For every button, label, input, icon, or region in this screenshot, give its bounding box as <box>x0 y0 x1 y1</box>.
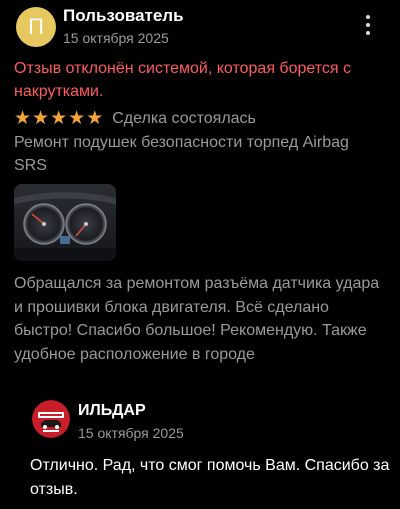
star-icon: ★ <box>14 108 32 129</box>
star-icon: ★ <box>50 108 68 129</box>
author-avatar[interactable]: П <box>16 7 56 47</box>
review-card: П Пользователь 15 октября 2025 Отзыв отк… <box>0 0 400 509</box>
service-name: Ремонт подушек безопасности торпед Airba… <box>14 134 349 174</box>
deal-status: Сделка состоялась <box>112 110 256 127</box>
star-icon: ★ <box>68 108 86 129</box>
owner-reply: ИЛЬДАР 15 октября 2025 Отлично. Рад, что… <box>22 388 400 509</box>
review-photo[interactable] <box>14 184 116 261</box>
more-vertical-icon[interactable] <box>358 12 378 38</box>
business-logo-icon[interactable] <box>32 400 70 438</box>
reply-date: 15 октября 2025 <box>78 425 184 441</box>
moderation-notice: Отзыв отклонён системой, которая борется… <box>14 60 352 100</box>
star-icon: ★ <box>32 108 50 129</box>
reply-author-name: ИЛЬДАР <box>78 402 146 419</box>
review-date: 15 октября 2025 <box>63 30 169 46</box>
star-rating: ★ ★ ★ ★ ★ <box>14 109 103 129</box>
star-icon: ★ <box>86 108 104 129</box>
reply-text: Отлично. Рад, что смог помочь Вам. Спаси… <box>30 457 390 498</box>
author-initial: П <box>28 14 44 39</box>
dashboard-photo-image <box>14 184 116 261</box>
author-name[interactable]: Пользователь <box>63 6 184 26</box>
rating-row: ★ ★ ★ ★ ★ Сделка состоялась <box>14 108 256 130</box>
review-text: Обращался за ремонтом разъёма датчика уд… <box>14 275 380 363</box>
